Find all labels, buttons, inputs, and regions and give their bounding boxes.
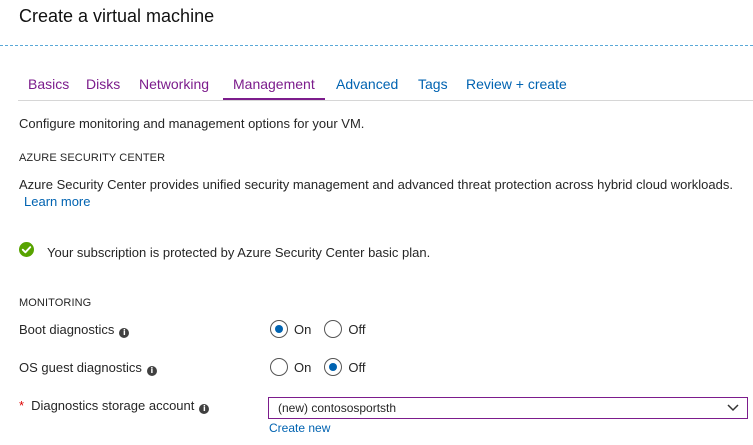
os-guest-diagnostics-radio-group: On Off bbox=[270, 358, 378, 376]
tab-tags[interactable]: Tags bbox=[417, 76, 449, 100]
os-guest-diagnostics-off-radio[interactable] bbox=[324, 358, 343, 376]
boot-diagnostics-label: Boot diagnostics i bbox=[19, 322, 130, 338]
tab-review-create[interactable]: Review + create bbox=[465, 76, 568, 100]
tab-networking[interactable]: Networking bbox=[138, 76, 210, 100]
boot-diagnostics-on-radio[interactable] bbox=[270, 320, 288, 338]
security-status-text: Your subscription is protected by Azure … bbox=[47, 245, 431, 260]
boot-diagnostics-on-label: On bbox=[294, 321, 312, 337]
info-icon[interactable]: i bbox=[146, 366, 157, 376]
page-title: Create a virtual machine bbox=[19, 6, 215, 26]
tab-management[interactable]: Management bbox=[223, 76, 325, 100]
os-guest-diagnostics-off-label: Off bbox=[348, 359, 366, 375]
tab-basics[interactable]: Basics bbox=[27, 76, 70, 100]
os-guest-diagnostics-label: OS guest diagnostics i bbox=[19, 360, 157, 376]
boot-diagnostics-off-label: Off bbox=[348, 321, 366, 337]
check-circle-icon bbox=[19, 242, 34, 257]
boot-diagnostics-off-radio[interactable] bbox=[324, 320, 343, 338]
info-icon[interactable]: i bbox=[119, 328, 130, 338]
info-icon[interactable]: i bbox=[199, 404, 210, 414]
create-new-link[interactable]: Create new bbox=[269, 421, 330, 435]
os-guest-diagnostics-label-text: OS guest diagnostics bbox=[19, 360, 142, 375]
storage-account-label: * Diagnostics storage account i bbox=[19, 398, 210, 414]
storage-account-label-text: Diagnostics storage account bbox=[31, 398, 195, 413]
chevron-down-icon bbox=[727, 404, 739, 412]
tab-advanced[interactable]: Advanced bbox=[335, 76, 399, 100]
page-header: Create a virtual machine bbox=[0, 0, 753, 46]
storage-account-dropdown[interactable]: (new) contososportsth bbox=[268, 397, 748, 419]
storage-account-value: (new) contososportsth bbox=[278, 401, 397, 415]
security-description: Azure Security Center provides unified s… bbox=[19, 177, 733, 192]
required-asterisk: * bbox=[19, 398, 25, 413]
learn-more-link[interactable]: Learn more bbox=[24, 194, 90, 209]
tab-disks[interactable]: Disks bbox=[85, 76, 121, 100]
boot-diagnostics-label-text: Boot diagnostics bbox=[19, 322, 115, 337]
tab-bar: Basics Disks Networking Management Advan… bbox=[18, 74, 753, 101]
boot-diagnostics-radio-group: On Off bbox=[270, 320, 378, 338]
intro-text: Configure monitoring and management opti… bbox=[19, 116, 365, 131]
os-guest-diagnostics-on-label: On bbox=[294, 359, 312, 375]
os-guest-diagnostics-on-radio[interactable] bbox=[270, 358, 288, 376]
security-heading: AZURE SECURITY CENTER bbox=[19, 152, 166, 164]
monitoring-heading: MONITORING bbox=[19, 297, 92, 309]
